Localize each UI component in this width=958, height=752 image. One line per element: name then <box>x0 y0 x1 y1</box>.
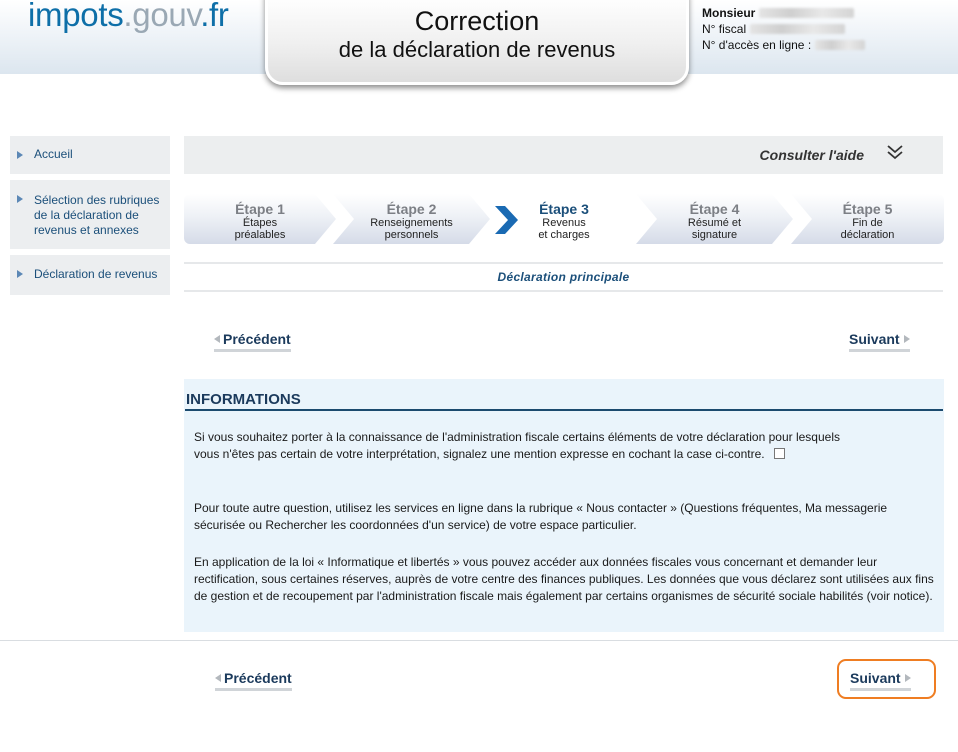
step-desc: personnels <box>384 229 439 241</box>
step-title: Étape 2 <box>386 201 437 217</box>
impots-logo[interactable]: impots.gouv.fr <box>28 0 229 34</box>
previous-button-top[interactable]: Précédent <box>214 331 291 352</box>
previous-label: Précédent <box>223 331 291 347</box>
section-label-bar: Déclaration principale <box>184 262 943 292</box>
next-label: Suivant <box>849 331 900 347</box>
section-label: Déclaration principale <box>497 270 630 284</box>
help-bar: Consulter l'aide <box>184 136 943 174</box>
step-desc: Résumé et <box>687 217 742 229</box>
redacted-access-number <box>815 40 866 50</box>
sidebar-item-label: Déclaration de revenus <box>34 267 158 281</box>
next-button-bottom[interactable]: Suivant <box>850 670 911 691</box>
step-desc: Renseignements <box>370 217 453 229</box>
step-title: Étape 4 <box>689 201 740 217</box>
step-desc: Fin de <box>852 217 883 229</box>
page-header: impots.gouv.fr Correction de la déclarat… <box>0 0 958 85</box>
step-1: Étape 1 Étapes préalables <box>184 194 336 244</box>
mention-expresse-checkbox[interactable] <box>773 448 785 459</box>
redacted-fiscal-number <box>750 24 846 34</box>
information-paragraph-contact: Pour toute autre question, utilisez les … <box>194 501 888 532</box>
sidebar-item-label: Accueil <box>34 147 73 161</box>
divider <box>0 640 958 641</box>
page-subtitle: de la déclaration de revenus <box>338 37 616 62</box>
page-title: Correction <box>414 6 540 36</box>
user-info: Monsieur N° fiscal N° d'accès en ligne : <box>702 5 866 53</box>
step-title: Étape 1 <box>235 201 285 217</box>
page-title-box: Correction de la déclaration de revenus <box>265 0 689 85</box>
triangle-right-icon <box>17 270 23 278</box>
sidebar-item-label: Sélection des rubriques de la déclaratio… <box>34 193 160 237</box>
information-divider <box>185 409 943 411</box>
information-paragraph-mention-expresse: Si vous souhaitez porter à la connaissan… <box>194 429 856 463</box>
step-2: Étape 2 Renseignements personnels <box>333 194 490 244</box>
help-link[interactable]: Consulter l'aide <box>760 147 864 163</box>
fiscal-number-label: N° fiscal <box>702 22 747 36</box>
user-salutation: Monsieur <box>702 6 756 20</box>
previous-button-bottom[interactable]: Précédent <box>215 670 292 691</box>
sidebar-item-accueil[interactable]: Accueil <box>10 136 170 174</box>
next-button-top[interactable]: Suivant <box>849 331 910 352</box>
information-paragraph-cnil: En application de la loi « Informatique … <box>194 555 934 603</box>
paragraph-text: Si vous souhaitez porter à la connaissan… <box>194 430 840 461</box>
arrow-left-icon <box>215 673 221 682</box>
sidebar-item-selection-rubriques[interactable]: Sélection des rubriques de la déclaratio… <box>10 180 170 249</box>
sidebar-item-declaration-revenus[interactable]: Déclaration de revenus <box>10 255 170 295</box>
access-number-label: N° d'accès en ligne : <box>702 38 812 52</box>
redacted-user-name <box>759 8 855 18</box>
arrow-right-icon <box>903 334 910 343</box>
arrow-left-icon <box>214 334 220 343</box>
step-5: Étape 5 Fin de déclaration <box>791 194 944 244</box>
chevron-right-icon <box>495 206 518 234</box>
logo-part-gouv: .gouv <box>123 0 201 33</box>
sidebar-nav: Accueil Sélection des rubriques de la dé… <box>10 136 170 301</box>
triangle-right-icon <box>17 151 23 159</box>
triangle-right-icon <box>17 195 23 203</box>
double-chevron-down-icon[interactable] <box>885 143 905 163</box>
logo-part-impots: impots <box>28 0 124 33</box>
previous-label: Précédent <box>224 670 292 686</box>
logo-part-fr: .fr <box>200 0 229 33</box>
information-panel: INFORMATIONS Si vous souhaitez porter à … <box>184 379 944 632</box>
step-progress: Étape 1 Étapes préalables Étape 2 Rensei… <box>184 194 944 244</box>
information-title: INFORMATIONS <box>186 391 301 408</box>
step-desc: signature <box>691 229 738 241</box>
step-desc: déclaration <box>840 229 895 241</box>
next-label: Suivant <box>850 670 901 686</box>
arrow-right-icon <box>904 673 911 682</box>
step-desc: Étapes <box>242 217 278 229</box>
step-title: Étape 5 <box>842 201 893 217</box>
step-4: Étape 4 Résumé et signature <box>636 194 793 244</box>
step-desc: préalables <box>234 229 286 241</box>
